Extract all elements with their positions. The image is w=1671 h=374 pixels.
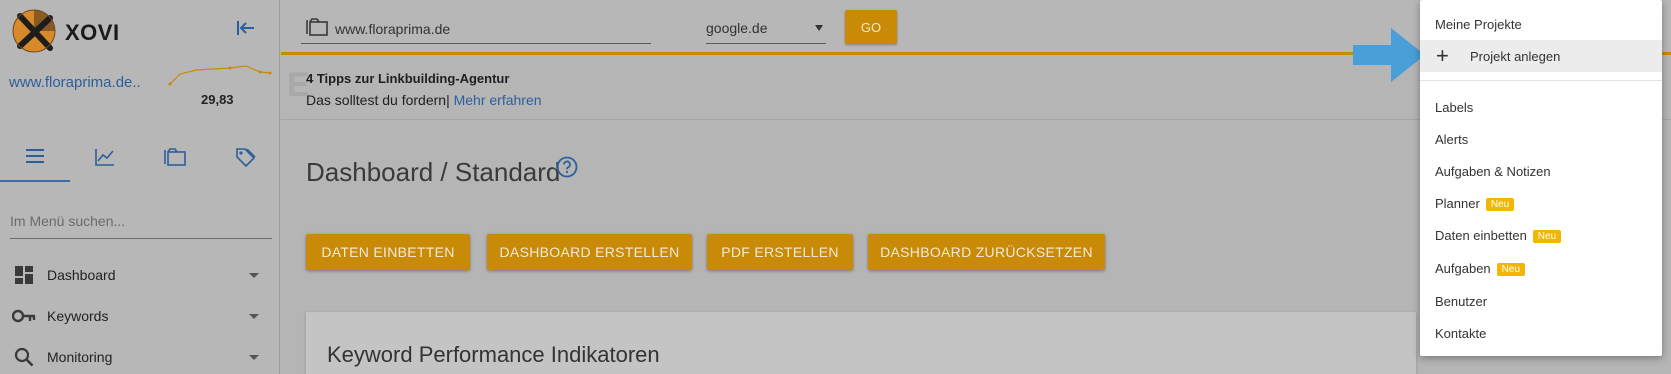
sidebar-item-monitoring[interactable]: Monitoring: [0, 337, 280, 374]
menu-item-tasks[interactable]: Aufgaben Neu: [1420, 252, 1662, 284]
key-icon: [12, 304, 36, 328]
menu-item-label: Meine Projekte: [1435, 17, 1522, 32]
embed-data-button[interactable]: DATEN EINBETTEN: [306, 234, 470, 270]
projects-dropdown-menu: Meine Projekte + Projekt anlegen Labels …: [1420, 0, 1662, 356]
chevron-down-icon: [249, 313, 259, 319]
tab-statistics[interactable]: [70, 136, 140, 182]
menu-item-embed-data[interactable]: Daten einbetten Neu: [1420, 219, 1662, 251]
promo-text: Das solltest du fordern| Mehr erfahren: [306, 92, 542, 108]
create-pdf-button[interactable]: PDF ERSTELLEN: [707, 234, 853, 270]
sidebar-nav-tabs: [0, 136, 280, 182]
folder-icon[interactable]: [305, 17, 329, 37]
menu-item-labels[interactable]: Labels: [1420, 91, 1662, 123]
sidebar-item-dashboard[interactable]: Dashboard: [0, 255, 280, 295]
dashboard-icon: [12, 263, 36, 287]
sidebar-item-keywords[interactable]: Keywords: [0, 296, 280, 336]
visibility-score: 29,83: [201, 92, 234, 107]
menu-item-label: Benutzer: [1435, 294, 1488, 309]
menu-item-my-projects[interactable]: Meine Projekte: [1420, 8, 1662, 40]
plus-icon: +: [1436, 43, 1449, 68]
go-button[interactable]: GO: [845, 10, 897, 44]
menu-item-label: Aufgaben & Notizen: [1435, 164, 1551, 179]
menu-item-label: Aufgaben: [1435, 261, 1491, 276]
menu-item-tasks-notes[interactable]: Aufgaben & Notizen: [1420, 155, 1662, 187]
promo-text-body: Das solltest du fordern|: [306, 92, 450, 108]
menu-item-label: Labels: [1435, 100, 1474, 115]
search-engine-select[interactable]: google.de: [706, 14, 826, 44]
tab-labels[interactable]: [210, 136, 280, 182]
new-badge: Neu: [1496, 263, 1526, 276]
chevron-down-icon: [249, 354, 259, 360]
menu-divider: [1420, 80, 1662, 81]
promo-title: 4 Tipps zur Linkbuilding-Agentur: [306, 71, 510, 86]
menu-search-input[interactable]: [10, 207, 272, 235]
kpi-card: Keyword Performance Indikatoren: [306, 312, 1416, 374]
menu-item-label: Projekt anlegen: [1470, 49, 1561, 64]
chevron-down-icon: [249, 272, 259, 278]
page-title: Dashboard / Standard: [306, 157, 561, 187]
promo-more-link[interactable]: Mehr erfahren: [450, 92, 542, 108]
dropdown-arrow-icon: [815, 25, 823, 31]
project-domain-link[interactable]: www.floraprima.de..: [9, 74, 141, 91]
visibility-sparkline: [168, 62, 272, 90]
menu-item-users[interactable]: Benutzer: [1420, 285, 1662, 317]
sidebar-item-label: Dashboard: [47, 267, 116, 283]
collapse-sidebar-icon[interactable]: [234, 18, 258, 38]
menu-search-field[interactable]: [10, 207, 272, 239]
search-icon: [12, 345, 36, 369]
brand-name: XOVI: [65, 20, 120, 45]
sidebar-item-label: Keywords: [47, 308, 109, 324]
sidebar-item-label: Monitoring: [47, 349, 113, 365]
create-dashboard-button[interactable]: DASHBOARD ERSTELLEN: [487, 234, 692, 270]
tab-menu[interactable]: [0, 136, 70, 182]
domain-url-input[interactable]: [335, 18, 645, 40]
new-badge: Neu: [1532, 230, 1562, 243]
sidebar: XOVI www.floraprima.de.. 29,83 Im Menü s…: [0, 0, 280, 374]
reset-dashboard-button[interactable]: DASHBOARD ZURÜCKSETZEN: [868, 234, 1105, 270]
menu-item-create-project[interactable]: + Projekt anlegen: [1420, 40, 1662, 72]
pointer-arrow-icon: [1353, 28, 1425, 82]
menu-item-alerts[interactable]: Alerts: [1420, 123, 1662, 155]
menu-icon: [24, 148, 46, 169]
card-title: Keyword Performance Indikatoren: [327, 342, 660, 367]
menu-item-contacts[interactable]: Kontakte: [1420, 317, 1662, 349]
menu-item-label: Kontakte: [1435, 326, 1487, 341]
tab-projects[interactable]: [140, 136, 210, 182]
folder-icon: [163, 147, 187, 172]
menu-item-label: Daten einbetten: [1435, 228, 1527, 243]
menu-item-label: Alerts: [1435, 132, 1469, 147]
help-icon[interactable]: [556, 156, 578, 178]
chart-icon: [94, 147, 116, 172]
search-engine-value: google.de: [706, 20, 768, 36]
domain-url-field[interactable]: [301, 14, 651, 44]
new-badge: Neu: [1485, 198, 1515, 211]
menu-item-planner[interactable]: Planner Neu: [1420, 187, 1662, 219]
xovi-logo-icon[interactable]: [10, 8, 58, 54]
tag-icon: [234, 146, 256, 173]
menu-item-label: Planner: [1435, 196, 1480, 211]
